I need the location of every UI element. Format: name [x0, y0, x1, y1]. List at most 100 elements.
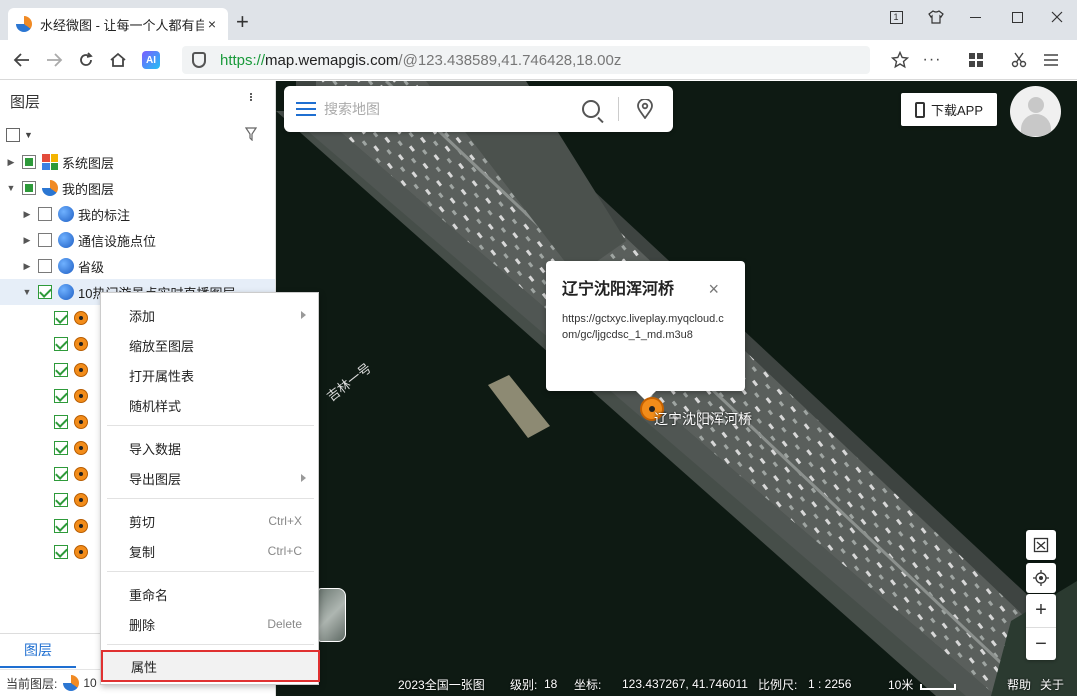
bookmark-star-icon[interactable] — [888, 48, 912, 72]
search-menu-icon[interactable] — [296, 102, 316, 116]
popup-close-icon[interactable]: × — [708, 279, 719, 300]
menu-label: 复制 — [129, 544, 156, 560]
menu-label: 添加 — [129, 308, 156, 324]
point-checkbox[interactable] — [54, 389, 68, 403]
scale-label: 比例尺: — [758, 677, 798, 692]
tree-item-my-layers[interactable]: ▼ 我的图层 — [0, 175, 275, 201]
menu-item-random-style[interactable]: 随机样式 — [101, 391, 320, 419]
tree-item-my-annotations[interactable]: ▶ 我的标注 — [0, 201, 275, 227]
menu-item-import-data[interactable]: 导入数据 — [101, 434, 320, 462]
point-checkbox[interactable] — [54, 493, 68, 507]
point-checkbox[interactable] — [54, 467, 68, 481]
forward-arrow-icon[interactable] — [42, 48, 66, 72]
expand-arrow-icon[interactable]: ▶ — [22, 261, 32, 272]
zoom-controls: + − — [1026, 594, 1056, 660]
layer-checkbox[interactable] — [38, 207, 52, 221]
menu-separator — [107, 498, 314, 499]
list-dropdown-caret-icon[interactable]: ▼ — [24, 130, 33, 140]
menu-hamburger-icon[interactable] — [1039, 48, 1063, 72]
layer-checkbox[interactable] — [38, 233, 52, 247]
reload-icon[interactable] — [74, 48, 98, 72]
collapse-arrow-icon[interactable]: ▼ — [6, 183, 16, 193]
new-tab-button[interactable]: + — [236, 11, 249, 33]
collapse-arrow-icon[interactable]: ▼ — [22, 287, 32, 297]
tree-item-system-layers[interactable]: ▶ 系统图层 — [0, 149, 275, 175]
shirt-skin-icon[interactable] — [921, 6, 951, 28]
feature-popup: 辽宁沈阳浑河桥 × https://gctxyc.liveplay.myqclo… — [546, 261, 745, 401]
browser-tab[interactable]: 水经微图 - 让每一个人都有自 × — [8, 8, 228, 40]
maximize-icon[interactable] — [1002, 6, 1032, 28]
zoom-out-button[interactable]: − — [1026, 627, 1056, 660]
layer-checkbox[interactable] — [38, 285, 52, 299]
menu-item-export-layer[interactable]: 导出图层 — [101, 464, 320, 492]
apps-grid-icon[interactable] — [964, 48, 988, 72]
ai-assistant-icon[interactable]: AI — [142, 51, 160, 69]
browser-titlebar: 水经微图 - 让每一个人都有自 × + 1 — [0, 0, 1077, 40]
close-window-icon[interactable] — [1042, 6, 1072, 28]
menu-item-copy[interactable]: 复制 Ctrl+C — [101, 537, 320, 565]
menu-item-cut[interactable]: 剪切 Ctrl+X — [101, 507, 320, 535]
location-pin-icon[interactable] — [637, 98, 653, 120]
site-favicon-icon — [16, 16, 32, 32]
search-divider — [618, 97, 619, 121]
search-input[interactable] — [324, 101, 582, 117]
phone-icon — [914, 101, 925, 118]
locate-me-icon[interactable] — [1026, 563, 1056, 593]
help-link[interactable]: 帮助 — [1007, 676, 1031, 693]
basemap-switch-thumbnail[interactable] — [318, 588, 346, 642]
back-arrow-icon[interactable] — [10, 48, 34, 72]
scissors-icon[interactable] — [1007, 48, 1031, 72]
menu-item-delete[interactable]: 删除 Delete — [101, 610, 320, 638]
popup-title: 辽宁沈阳浑河桥 — [562, 281, 675, 298]
layer-context-menu: 添加 缩放至图层 打开属性表 随机样式 导入数据 导出图层 剪切 Ctrl+X … — [100, 292, 320, 685]
layer-checkbox[interactable] — [38, 259, 52, 273]
point-checkbox[interactable] — [54, 363, 68, 377]
search-icon[interactable] — [582, 100, 600, 118]
menu-label: 随机样式 — [129, 398, 182, 414]
more-dots-icon[interactable]: ··· — [920, 48, 944, 72]
expand-arrow-icon[interactable]: ▶ — [22, 235, 32, 246]
point-marker-icon — [74, 493, 88, 507]
expand-arrow-icon[interactable]: ▶ — [6, 157, 16, 168]
menu-shortcut: Ctrl+X — [268, 514, 302, 528]
layer-checkbox[interactable] — [22, 181, 36, 195]
filter-icon[interactable] — [244, 127, 258, 142]
point-checkbox[interactable] — [54, 519, 68, 533]
popup-url[interactable]: https://gctxyc.liveplay.myqcloud.com/gc/… — [562, 311, 729, 343]
point-checkbox[interactable] — [54, 545, 68, 559]
list-view-icon[interactable] — [6, 128, 20, 142]
tree-item-province[interactable]: ▶ 省级 — [0, 253, 275, 279]
scale-bar — [920, 684, 956, 690]
user-avatar[interactable] — [1010, 86, 1061, 137]
avatar-body — [1021, 114, 1051, 136]
about-link[interactable]: 关于 — [1040, 676, 1064, 693]
minimize-icon[interactable] — [960, 6, 990, 28]
tab-layers[interactable]: 图层 — [0, 634, 76, 668]
point-checkbox[interactable] — [54, 311, 68, 325]
sidebar-title: 图层 — [10, 93, 41, 111]
tab-close-icon[interactable]: × — [204, 16, 220, 32]
security-shield-icon[interactable] — [192, 52, 206, 68]
map-source[interactable]: 2023全国一张图 — [398, 676, 485, 693]
menu-separator — [107, 644, 314, 645]
menu-item-open-attribute-table[interactable]: 打开属性表 — [101, 361, 320, 389]
screenshot-tool-icon[interactable] — [1026, 530, 1056, 560]
home-icon[interactable] — [106, 48, 130, 72]
point-checkbox[interactable] — [54, 441, 68, 455]
download-app-button[interactable]: 下载APP — [901, 93, 997, 126]
menu-item-zoom-to-layer[interactable]: 缩放至图层 — [101, 331, 320, 359]
sidebar-more-icon[interactable]: ··· — [242, 91, 262, 100]
zoom-in-button[interactable]: + — [1026, 594, 1056, 627]
menu-item-rename[interactable]: 重命名 — [101, 580, 320, 608]
menu-item-properties[interactable]: 属性 — [101, 650, 320, 682]
address-bar[interactable]: https://map.wemapgis.com/@123.438589,41.… — [182, 46, 870, 74]
tree-item-comm-points[interactable]: ▶ 通信设施点位 — [0, 227, 275, 253]
menu-label: 重命名 — [129, 587, 169, 603]
layer-checkbox[interactable] — [22, 155, 36, 169]
point-checkbox[interactable] — [54, 415, 68, 429]
coord-label: 坐标: — [574, 677, 602, 692]
point-checkbox[interactable] — [54, 337, 68, 351]
expand-arrow-icon[interactable]: ▶ — [22, 209, 32, 220]
tab-count-icon[interactable]: 1 — [881, 6, 911, 28]
menu-item-add[interactable]: 添加 — [101, 301, 320, 329]
